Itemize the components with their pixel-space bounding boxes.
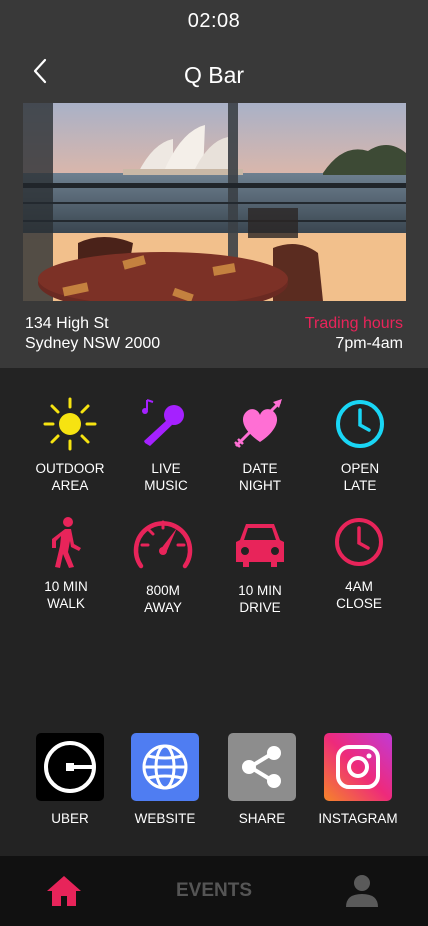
feature-distance: 800M AWAY (113, 514, 213, 616)
uber-icon (36, 733, 104, 801)
instagram-icon (324, 733, 392, 801)
venue-photo (23, 103, 406, 301)
feature-label-line2: AREA (51, 478, 89, 493)
uber-label: UBER (51, 811, 89, 826)
feature-outdoor-area: OUTDOOR AREA (20, 396, 120, 494)
feature-label-line1: DATE (242, 461, 278, 476)
feature-label-line2: LATE (343, 478, 377, 493)
feature-label-line2: AWAY (144, 600, 182, 615)
feature-open-late: OPEN LATE (310, 396, 410, 494)
address-line-1: 134 High St (25, 315, 109, 332)
uber-button[interactable]: UBER (20, 733, 120, 826)
status-time: 02:08 (187, 10, 241, 32)
bottom-nav: EVENTS (0, 856, 428, 926)
heart-arrow-icon (234, 399, 282, 448)
trading-hours-label: Trading hours (304, 315, 403, 332)
feature-label-line1: OPEN (340, 461, 380, 476)
trading-hours: Trading hours 7pm-4am (305, 314, 403, 354)
globe-icon (131, 733, 199, 801)
instagram-label: INSTAGRAM (318, 811, 398, 826)
car-icon (236, 524, 284, 567)
sun-icon (43, 397, 97, 451)
user-icon (346, 875, 378, 907)
page-title: Q Bar (183, 62, 245, 88)
walking-icon (52, 517, 81, 568)
address-line-2: Sydney NSW 2000 (25, 335, 161, 352)
trading-hours-value: 7pm-4am (335, 335, 403, 352)
nav-profile[interactable] (327, 856, 397, 926)
feature-label-line1: 4AM (345, 579, 373, 594)
clock-icon (335, 518, 383, 566)
feature-label-line2: WALK (47, 596, 85, 611)
venue-address: 134 High St Sydney NSW 2000 (25, 314, 160, 354)
microphone-icon (142, 399, 184, 446)
nav-events[interactable]: EVENTS (144, 856, 284, 926)
feature-drive: 10 MIN DRIVE (210, 514, 310, 616)
website-label: WEBSITE (134, 811, 196, 826)
instagram-button[interactable]: INSTAGRAM (308, 733, 408, 826)
website-button[interactable]: WEBSITE (115, 733, 215, 826)
speedometer-icon (133, 520, 193, 569)
feature-live-music: LIVE MUSIC (116, 396, 216, 494)
feature-label-line1: 800M (146, 583, 180, 598)
feature-label-line2: MUSIC (144, 478, 188, 493)
feature-label-line2: NIGHT (239, 478, 281, 493)
feature-date-night: DATE NIGHT (210, 396, 310, 494)
feature-walk: 10 MIN WALK (16, 514, 116, 612)
feature-label-line2: CLOSE (336, 596, 382, 611)
share-button[interactable]: SHARE (212, 733, 312, 826)
feature-close-time: 4AM CLOSE (309, 514, 409, 612)
feature-label-line1: 10 MIN (238, 583, 282, 598)
feature-label-line1: 10 MIN (44, 579, 88, 594)
share-icon (228, 733, 296, 801)
clock-icon (336, 400, 384, 448)
feature-label-line2: DRIVE (239, 600, 281, 615)
share-label: SHARE (238, 811, 286, 826)
nav-home[interactable] (28, 856, 100, 926)
feature-label-line1: LIVE (151, 461, 181, 476)
home-icon (47, 876, 81, 906)
feature-label-line1: OUTDOOR (35, 461, 105, 476)
